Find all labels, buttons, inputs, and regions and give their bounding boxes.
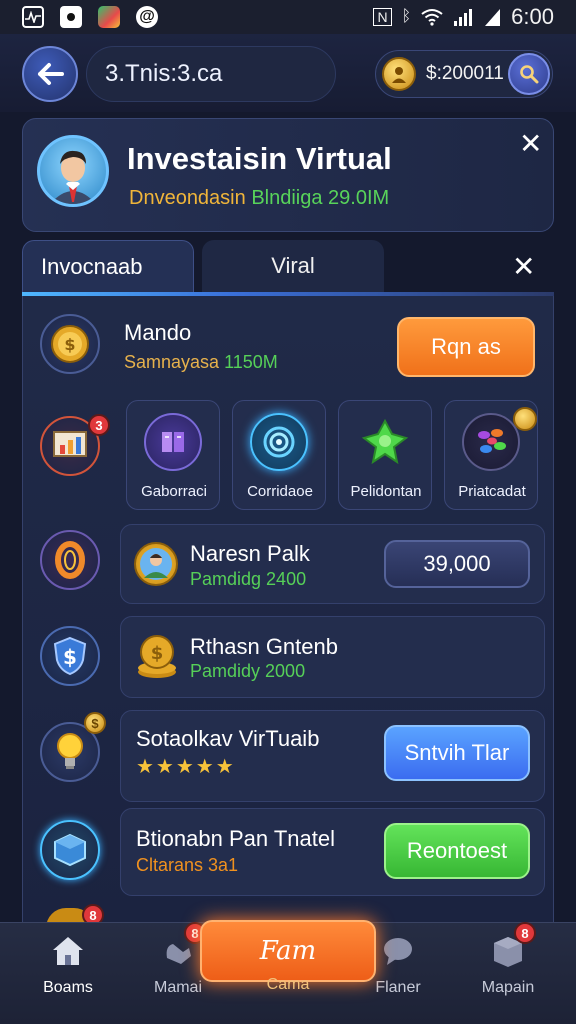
category-tile-corridaoe[interactable]: Corridaoe xyxy=(232,400,326,510)
cube-icon xyxy=(40,820,100,880)
btionabn-subtitle: Cltarans 3a1 xyxy=(136,855,239,875)
close-icon[interactable]: ✕ xyxy=(519,127,542,160)
wifi-icon xyxy=(421,9,443,26)
page-title: 3.Tnis:3.ca xyxy=(86,46,336,102)
header-card: Investaisin Virtual Dnveondasin Blndiiga… xyxy=(22,118,554,232)
tabs-close-icon[interactable]: ✕ xyxy=(512,250,535,283)
nfc-icon: N xyxy=(373,8,392,26)
notification-badge: 3 xyxy=(88,414,110,436)
sotaolkav-action-button[interactable]: Sntvih Tlar xyxy=(384,725,530,781)
coin-icon xyxy=(382,57,416,91)
shield-icon: $ xyxy=(40,626,100,686)
naresn-value-button[interactable]: 39,000 xyxy=(384,540,530,588)
header-subtitle-value: Blndiiga 29.0IM xyxy=(251,187,390,209)
at-icon: @ xyxy=(136,6,158,28)
battery-icon xyxy=(485,9,501,26)
portal-icon xyxy=(250,413,308,471)
header-title: Investaisin Virtual xyxy=(127,141,392,176)
gem-icon xyxy=(356,413,414,471)
category-label: Priatcadat xyxy=(458,483,526,500)
mando-subtitle: Samnayasa 1150M xyxy=(124,352,278,373)
status-bar: @ N ᛒ 6:00 xyxy=(0,0,576,34)
top-bar: 3.Tnis:3.ca $:200011 xyxy=(0,34,576,112)
rating-stars: ★★★★★ xyxy=(136,756,236,778)
center-play-button[interactable]: Fam xyxy=(200,920,376,982)
chat-icon xyxy=(378,931,418,971)
sotaolkav-title: Sotaolkav VirTuaib xyxy=(136,726,320,751)
rthasn-subtitle: Pamdidy 2000 xyxy=(190,661,306,681)
candy-icon xyxy=(462,413,520,471)
search-button[interactable] xyxy=(508,53,550,95)
header-subtitle: Dnveondasin Blndiiga 29.0IM xyxy=(129,187,389,210)
nav-item-boams[interactable]: Boams xyxy=(20,931,116,997)
category-tile-gaborraci[interactable]: Gaborraci xyxy=(126,400,220,510)
naresn-title: Naresn Palk xyxy=(190,541,310,566)
mando-sub-prefix: Samnayasa xyxy=(124,352,220,372)
status-time: 6:00 xyxy=(511,4,554,29)
coin-icon: $ xyxy=(40,314,100,374)
category-tile-priatcadat[interactable]: Priatcadat xyxy=(444,400,538,510)
nav-badge-mapain: 8 xyxy=(514,922,536,944)
category-label: Gaborraci xyxy=(141,483,207,500)
nav-label: Boams xyxy=(43,979,93,996)
svg-text:$: $ xyxy=(64,335,75,354)
header-subtitle-prefix: Dnveondasin xyxy=(129,187,246,209)
tab-bar: Invocnaab Viral ✕ xyxy=(22,240,554,296)
play-store-icon xyxy=(98,6,120,28)
tab-invocnaab[interactable]: Invocnaab xyxy=(22,240,194,292)
balance-amount: $:200011 xyxy=(426,63,504,84)
user-avatar xyxy=(134,542,178,586)
rthasn-title: Rthasn Gntenb xyxy=(190,634,338,659)
mando-title: Mando xyxy=(124,320,192,345)
category-label: Pelidontan xyxy=(350,483,422,500)
category-label: Corridaoe xyxy=(247,483,313,500)
btionabn-title: Btionabn Pan Tnatel xyxy=(136,826,335,851)
coin-stack-icon: $ xyxy=(134,632,180,680)
tab-viral[interactable]: Viral xyxy=(202,240,384,292)
activity-icon xyxy=(22,6,44,28)
btionabn-action-button[interactable]: Reontoest xyxy=(384,823,530,879)
bluetooth-icon: ᛒ xyxy=(401,8,412,25)
category-tile-pelidontan[interactable]: Pelidontan xyxy=(338,400,432,510)
search-icon xyxy=(520,65,539,84)
naresn-subtitle: Pamdidg 2400 xyxy=(190,569,307,589)
ring-icon xyxy=(40,530,100,590)
coin-badge: $ xyxy=(84,712,106,734)
center-play-label: Cama xyxy=(266,976,310,993)
nav-label: Mapain xyxy=(481,979,535,996)
back-button[interactable] xyxy=(22,46,78,102)
coin-badge-icon xyxy=(513,407,537,431)
camera-icon xyxy=(60,6,82,28)
signal-icon xyxy=(454,9,473,26)
svg-text:$: $ xyxy=(151,643,164,664)
svg-text:$: $ xyxy=(63,645,77,669)
balance-display[interactable]: $:200011 xyxy=(375,50,553,98)
arrow-left-icon xyxy=(38,63,64,85)
mando-action-button[interactable]: Rqn as xyxy=(397,317,535,377)
nav-item-mapain[interactable]: Mapain xyxy=(460,931,556,997)
avatar xyxy=(37,135,109,207)
mando-sub-value: 1150M xyxy=(224,352,278,372)
book-icon xyxy=(144,413,202,471)
home-icon xyxy=(48,931,88,971)
